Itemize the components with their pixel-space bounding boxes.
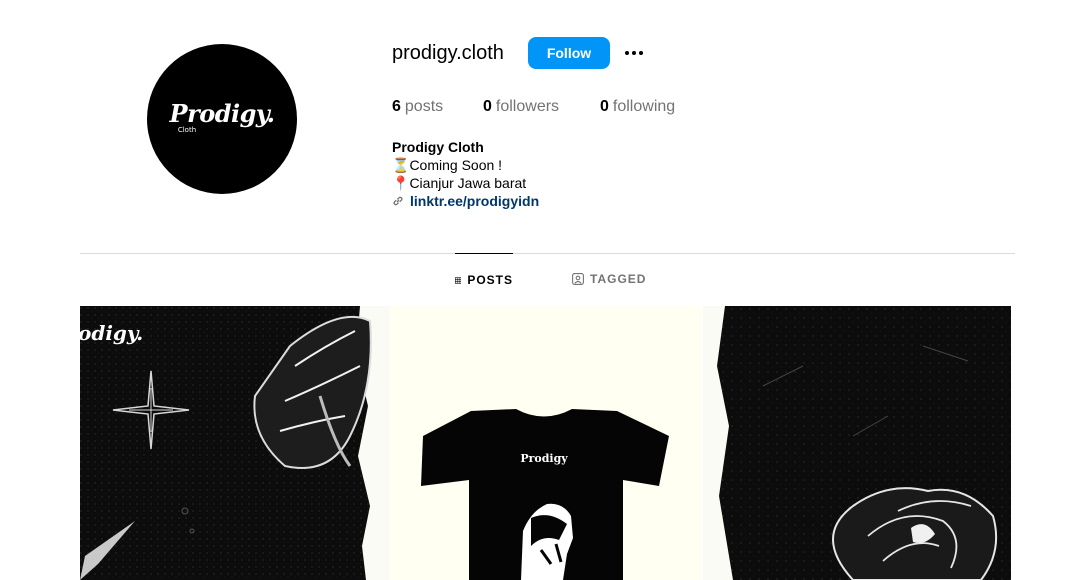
posts-label: posts	[404, 98, 444, 115]
bio-link-text: linktr.ee/prodigyidn	[410, 193, 540, 209]
tagged-icon	[572, 273, 584, 285]
more-horizontal-icon	[632, 51, 636, 55]
grid-icon	[455, 276, 462, 284]
link-icon	[393, 196, 403, 206]
tab-posts-label: POSTS	[467, 273, 513, 287]
profile-avatar[interactable]: Prodigy. Cloth	[147, 44, 297, 194]
bio-link[interactable]: linktr.ee/prodigyidn	[392, 192, 539, 210]
avatar-logo-text: Prodigy.	[169, 98, 275, 128]
following-count: 0	[600, 98, 609, 115]
followers-stat[interactable]: 0 followers	[483, 98, 559, 116]
tab-tagged-label: TAGGED	[590, 272, 647, 286]
more-horizontal-icon	[625, 51, 629, 55]
post-thumbnail[interactable]: Prodigy	[391, 306, 702, 580]
pin-icon: 📍	[392, 175, 410, 191]
followers-label: followers	[495, 98, 560, 115]
profile-bio: Prodigy Cloth ⏳Coming Soon ! 📍Cianjur Ja…	[392, 138, 539, 210]
tabs-divider	[80, 253, 1015, 254]
following-label: following	[612, 98, 676, 115]
bio-line2-text: Cianjur Jawa barat	[409, 175, 527, 191]
profile-username: prodigy.cloth	[392, 42, 504, 64]
hourglass-icon: ⏳	[392, 157, 410, 173]
post-logo-text: odigy.	[80, 321, 143, 345]
bio-name: Prodigy Cloth	[392, 139, 484, 155]
posts-stat: 6 posts	[392, 98, 443, 116]
followers-count: 0	[483, 98, 492, 115]
bio-line-coming-soon: ⏳Coming Soon !	[392, 156, 539, 174]
bio-line1-text: Coming Soon !	[409, 157, 503, 173]
post-thumbnail[interactable]	[703, 306, 1011, 580]
more-horizontal-icon	[639, 51, 643, 55]
following-stat[interactable]: 0 following	[600, 98, 675, 116]
more-options-button[interactable]	[620, 40, 648, 66]
avatar-logo-subtext: Cloth	[177, 125, 197, 134]
follow-button[interactable]: Follow	[528, 37, 610, 69]
post-image-tshirt: Prodigy	[421, 409, 669, 580]
post-thumbnail[interactable]: odigy.	[80, 306, 390, 580]
post-image-butterfly: odigy.	[80, 306, 390, 580]
posts-count: 6	[392, 98, 401, 115]
tab-tagged[interactable]: TAGGED	[572, 253, 646, 305]
tab-posts[interactable]: POSTS	[455, 253, 513, 306]
tshirt-logo-text: Prodigy	[520, 452, 568, 465]
post-image-rose	[703, 306, 1011, 580]
bio-line-location: 📍Cianjur Jawa barat	[392, 174, 539, 192]
